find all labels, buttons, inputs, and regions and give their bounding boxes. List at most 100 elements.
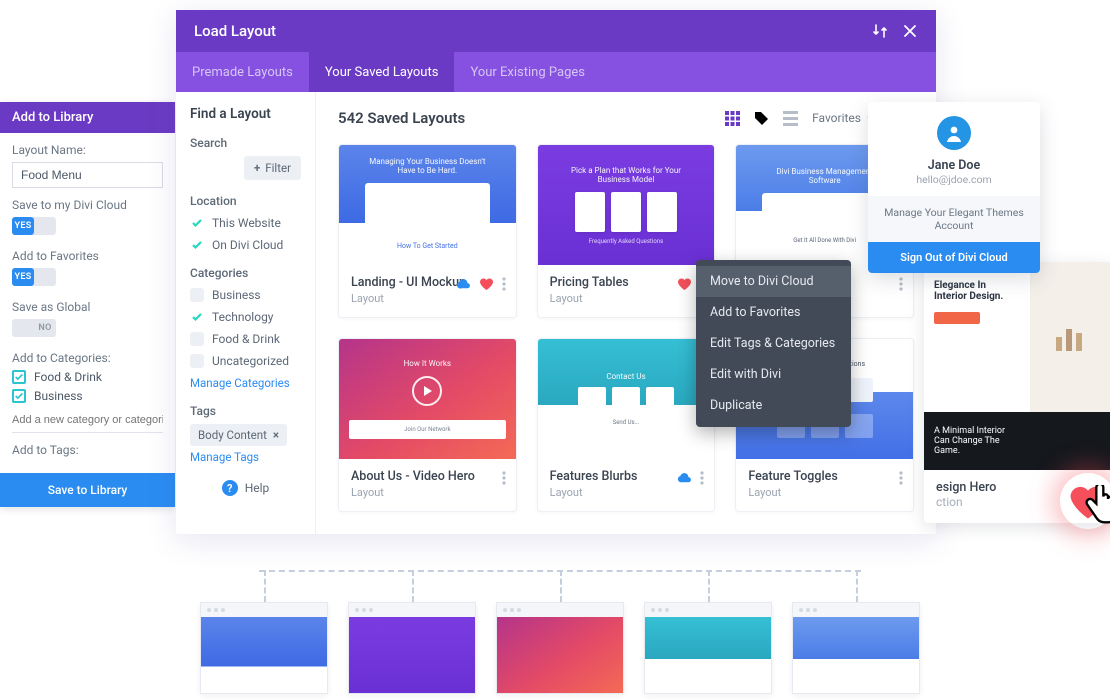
more-icon[interactable] <box>502 277 506 291</box>
help-link[interactable]: ? Help <box>190 480 301 496</box>
heart-icon[interactable] <box>479 277 494 291</box>
account-popover: Jane Doe hello@jdoe.com Manage Your Eleg… <box>868 102 1040 273</box>
favorite-heart-button[interactable] <box>1060 473 1110 529</box>
layout-type: Layout <box>351 292 504 305</box>
ctx-edit-divi[interactable]: Edit with Divi <box>696 359 851 390</box>
filter-button[interactable]: +Filter <box>244 156 301 180</box>
sort-icon[interactable] <box>872 23 888 39</box>
category-label: Business <box>34 389 83 403</box>
more-icon[interactable] <box>899 471 903 485</box>
preview-thumbnail: Elegance InInterior Design. <box>924 262 1110 412</box>
more-icon[interactable] <box>700 471 704 485</box>
heart-icon[interactable] <box>677 277 692 291</box>
more-icon[interactable] <box>502 471 506 485</box>
layout-card[interactable]: How It Works Join Our Network About Us -… <box>338 338 517 512</box>
tab-existing[interactable]: Your Existing Pages <box>454 52 601 92</box>
tab-premade[interactable]: Premade Layouts <box>176 52 309 92</box>
bottom-thumb[interactable] <box>792 602 920 694</box>
account-avatar <box>937 116 971 150</box>
manage-tags-link[interactable]: Manage Tags <box>190 450 301 464</box>
play-icon <box>412 376 442 406</box>
category-filter-row[interactable]: Business <box>190 288 301 302</box>
category-row[interactable]: Business <box>12 389 163 403</box>
layout-title: About Us - Video Hero <box>351 469 504 484</box>
category-filter-row[interactable]: Food & Drink <box>190 332 301 346</box>
preview-dark-section: A Minimal Interior Can Change The Game. <box>924 412 1110 470</box>
filters-heading: Find a Layout <box>190 106 301 122</box>
layout-name-label: Layout Name: <box>12 143 163 157</box>
ctx-add-favorites[interactable]: Add to Favorites <box>696 297 851 328</box>
location-row[interactable]: On Divi Cloud <box>190 238 301 252</box>
library-panel-title: Add to Library <box>0 102 175 133</box>
search-label: Search <box>190 136 301 150</box>
category-label: Food & Drink <box>34 370 102 384</box>
categories-label: Categories <box>190 266 301 280</box>
save-to-library-button[interactable]: Save to Library <box>0 473 175 507</box>
connected-thumbnails <box>200 602 920 694</box>
new-category-input[interactable] <box>12 408 163 433</box>
layout-thumbnail: Contact Us Send Us... <box>538 339 715 459</box>
window-dots-icon <box>349 603 475 617</box>
save-as-global-toggle[interactable]: NO <box>12 319 56 337</box>
tags-label: Tags <box>190 404 301 418</box>
tag-pill[interactable]: Body Content× <box>190 424 287 446</box>
ctx-edit-tags[interactable]: Edit Tags & Categories <box>696 328 851 359</box>
layout-card[interactable]: Contact Us Send Us... Features Blurbs La… <box>537 338 716 512</box>
grid-view-icon[interactable] <box>725 111 740 126</box>
check-icon <box>12 389 26 403</box>
add-to-categories-label: Add to Categories: <box>12 351 163 365</box>
bottom-thumb[interactable] <box>644 602 772 694</box>
manage-account-button[interactable]: Manage Your Elegant Themes Account <box>868 196 1040 242</box>
account-email: hello@jdoe.com <box>868 173 1040 186</box>
design-preview-card[interactable]: Elegance InInterior Design. A Minimal In… <box>924 262 1110 523</box>
layout-card[interactable]: Pick a Plan that Works for YourBusiness … <box>537 144 716 318</box>
bottom-thumb[interactable] <box>496 602 624 694</box>
sort-select[interactable]: Favorites <box>812 111 876 125</box>
location-row[interactable]: This Website <box>190 216 301 230</box>
window-dots-icon <box>201 603 327 617</box>
layout-type: Layout <box>748 486 901 499</box>
more-icon[interactable] <box>899 277 903 291</box>
layout-name-input[interactable] <box>12 162 163 188</box>
check-icon <box>190 238 204 252</box>
ctx-duplicate[interactable]: Duplicate <box>696 390 851 421</box>
layout-card[interactable]: Managing Your Business Doesn'tHave to Be… <box>338 144 517 318</box>
add-to-tags-label: Add to Tags: <box>12 443 163 457</box>
category-row[interactable]: Food & Drink <box>12 370 163 384</box>
list-view-icon[interactable] <box>783 111 798 126</box>
cursor-hand-icon <box>1080 485 1110 531</box>
bottom-thumb[interactable] <box>200 602 328 694</box>
add-to-library-panel: Add to Library Layout Name: Save to my D… <box>0 102 175 507</box>
tag-view-icon[interactable] <box>754 111 769 126</box>
close-icon[interactable] <box>902 23 918 39</box>
filters-sidebar: Find a Layout Search +Filter Location Th… <box>176 92 316 534</box>
check-icon <box>190 310 204 324</box>
check-icon <box>190 216 204 230</box>
context-menu: Move to Divi Cloud Add to Favorites Edit… <box>696 260 851 427</box>
checkbox-empty-icon <box>190 288 204 302</box>
category-filter-row[interactable]: Uncategorized <box>190 354 301 368</box>
ctx-move-to-cloud[interactable]: Move to Divi Cloud <box>696 266 851 297</box>
checkbox-empty-icon <box>190 354 204 368</box>
layout-thumbnail: Managing Your Business Doesn'tHave to Be… <box>339 145 516 265</box>
results-count: 542 Saved Layouts <box>338 109 465 127</box>
manage-categories-link[interactable]: Manage Categories <box>190 376 301 390</box>
tab-saved[interactable]: Your Saved Layouts <box>309 52 455 92</box>
tabs-bar: Premade Layouts Your Saved Layouts Your … <box>176 52 936 92</box>
layout-type: Layout <box>351 486 504 499</box>
location-label: Location <box>190 194 301 208</box>
add-to-favorites-label: Add to Favorites <box>12 249 163 263</box>
check-icon <box>12 370 26 384</box>
save-to-cloud-toggle[interactable]: YES <box>12 217 56 235</box>
category-filter-row[interactable]: Technology <box>190 310 301 324</box>
window-title: Load Layout <box>194 22 858 40</box>
remove-tag-icon[interactable]: × <box>273 428 279 442</box>
cloud-icon <box>455 278 471 290</box>
layout-thumbnail: Pick a Plan that Works for YourBusiness … <box>538 145 715 265</box>
sign-out-button[interactable]: Sign Out of Divi Cloud <box>868 242 1040 273</box>
window-dots-icon <box>793 603 919 617</box>
layout-thumbnail: How It Works Join Our Network <box>339 339 516 459</box>
bottom-thumb[interactable] <box>348 602 476 694</box>
add-to-favorites-toggle[interactable]: YES <box>12 268 56 286</box>
help-icon: ? <box>222 480 238 496</box>
